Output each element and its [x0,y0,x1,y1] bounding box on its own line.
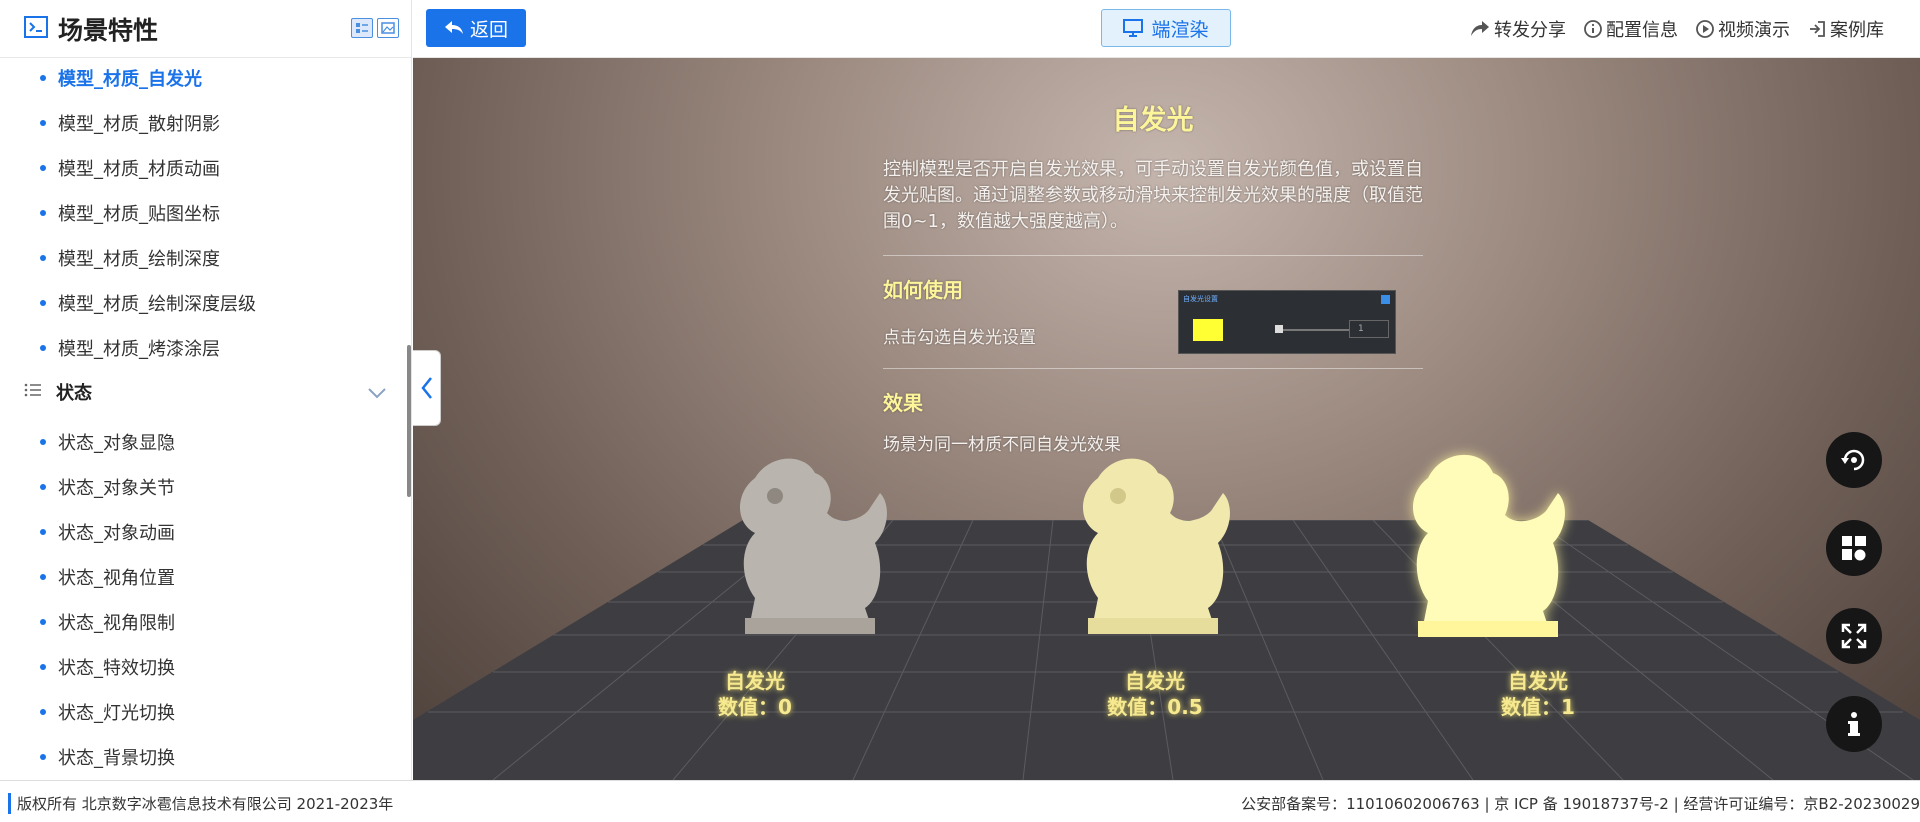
label-emissive-05: 自发光 数值：0.5 [1107,669,1203,719]
emissive-settings-preview: 自发光设置 1 [1178,290,1396,354]
bullet-icon [40,529,46,535]
checkbox-icon [1381,295,1390,304]
settings-preview-title: 自发光设置 [1183,295,1218,303]
bullet-icon [40,75,46,81]
sidebar-item[interactable]: 模型_材质_绘制深度 [0,238,220,278]
bullet-icon [40,484,46,490]
sidebar: 场景特性 模型_材质_自发光 模型_材质_散射阴影 模型_材质_材质动画 模型_… [0,0,412,780]
case-library-link[interactable]: 案例库 [1808,16,1884,42]
sidebar-item[interactable]: 状态_对象动画 [0,512,175,552]
back-arrow-icon [444,21,463,34]
scene-features-icon [24,15,48,42]
top-links: 转发分享 配置信息 视频演示 案例库 [1470,16,1884,42]
collapse-sidebar-button[interactable] [413,350,441,426]
video-demo-link[interactable]: 视频演示 [1696,16,1790,42]
bullet-icon [40,210,46,216]
info-description: 控制模型是否开启自发光效果，可手动设置自发光颜色值，或设置自发光贴图。通过调整参… [883,159,1423,232]
list-view-button[interactable] [351,18,373,38]
color-swatch [1193,319,1223,341]
monitor-icon [1123,19,1144,37]
sidebar-item[interactable]: 状态_视角限制 [0,602,175,642]
effect-text: 场景为同一材质不同自发光效果 [883,435,1121,455]
back-button[interactable]: 返回 [426,9,526,47]
sidebar-group-status[interactable]: 状态 [0,372,411,412]
list-view-icon [356,23,368,33]
sidebar-item[interactable]: 模型_材质_材质动画 [0,148,220,188]
bullet-icon [40,754,46,760]
bullet-icon [40,664,46,670]
bullet-icon [40,120,46,126]
bullet-icon [40,619,46,625]
sidebar-item[interactable]: 模型_材质_烤漆涂层 [0,328,220,368]
slider-handle [1275,325,1283,333]
list-icon [24,382,42,403]
sidebar-item[interactable]: 模型_材质_贴图坐标 [0,193,220,233]
sidebar-header: 场景特性 [0,0,411,58]
play-circle-icon [1696,20,1714,38]
rotate-view-button[interactable] [1826,432,1882,488]
sidebar-item[interactable]: 状态_背景切换 [0,737,175,777]
lion-statue-0 [740,458,887,634]
fullscreen-icon [1841,623,1867,649]
lion-statue-1 [1413,454,1565,637]
footer: 版权所有 北京数字冰雹信息技术有限公司 2021-2023年 公安部备案号：11… [0,780,1920,822]
bullet-icon [40,574,46,580]
slider-track [1279,329,1349,331]
share-link[interactable]: 转发分享 [1470,16,1566,42]
chevron-down-icon [367,384,387,405]
sidebar-list: 模型_材质_自发光 模型_材质_散射阴影 模型_材质_材质动画 模型_材质_贴图… [0,58,411,780]
effect-title: 效果 [883,391,923,415]
topbar: 返回 端渲染 转发分享 配置信息 视频演示 案例库 [413,0,1920,58]
sidebar-title: 场景特性 [58,15,159,45]
bullet-icon [40,255,46,261]
sidebar-scrollbar[interactable] [407,345,411,497]
sidebar-item[interactable]: 状态_特效切换 [0,647,175,687]
share-icon [1471,21,1489,36]
fullscreen-button[interactable] [1826,608,1882,664]
scene-viewport[interactable]: 自发光 控制模型是否开启自发光效果，可手动设置自发光颜色值，或设置自发光贴图。通… [413,58,1920,780]
sidebar-item[interactable]: 状态_对象显隐 [0,422,175,462]
label-emissive-1: 自发光 数值：1 [1501,669,1575,719]
rotate-icon [1841,449,1865,471]
sidebar-item[interactable]: 状态_对象关节 [0,467,175,507]
chevron-left-icon [420,377,432,399]
sidebar-item[interactable]: 模型_材质_自发光 [0,58,202,98]
layout-button[interactable] [1826,520,1882,576]
image-view-icon [381,22,395,34]
info-panel: 自发光 控制模型是否开启自发光效果，可手动设置自发光颜色值，或设置自发光贴图。通… [883,98,1423,455]
divider [883,368,1423,369]
render-mode-button[interactable]: 端渲染 [1101,9,1231,47]
bullet-icon [40,345,46,351]
sidebar-item[interactable]: 状态_灯光切换 [0,692,175,732]
dashboard-icon [1842,536,1866,561]
copyright-text: 版权所有 北京数字冰雹信息技术有限公司 2021-2023年 [8,793,393,814]
bullet-icon [40,300,46,306]
record-numbers: 公安部备案号：11010602006763 | 京 ICP 备 19018737… [1241,795,1920,813]
info-circle-icon [1584,20,1602,38]
image-view-button[interactable] [377,18,399,38]
sidebar-item[interactable]: 模型_材质_散射阴影 [0,103,220,143]
enter-icon [1810,21,1825,37]
divider [883,255,1423,256]
bullet-icon [40,165,46,171]
info-icon [1848,712,1860,736]
config-info-link[interactable]: 配置信息 [1584,16,1678,42]
bullet-icon [40,709,46,715]
bullet-icon [40,439,46,445]
value-input: 1 [1349,320,1389,338]
sidebar-item[interactable]: 模型_材质_绘制深度层级 [0,283,256,323]
sidebar-item[interactable]: 状态_视角位置 [0,557,175,597]
info-title: 自发光 [1112,105,1194,136]
label-emissive-0: 自发光 数值：0 [718,669,792,719]
info-button[interactable] [1826,696,1882,752]
lion-statue-05 [1083,458,1230,634]
